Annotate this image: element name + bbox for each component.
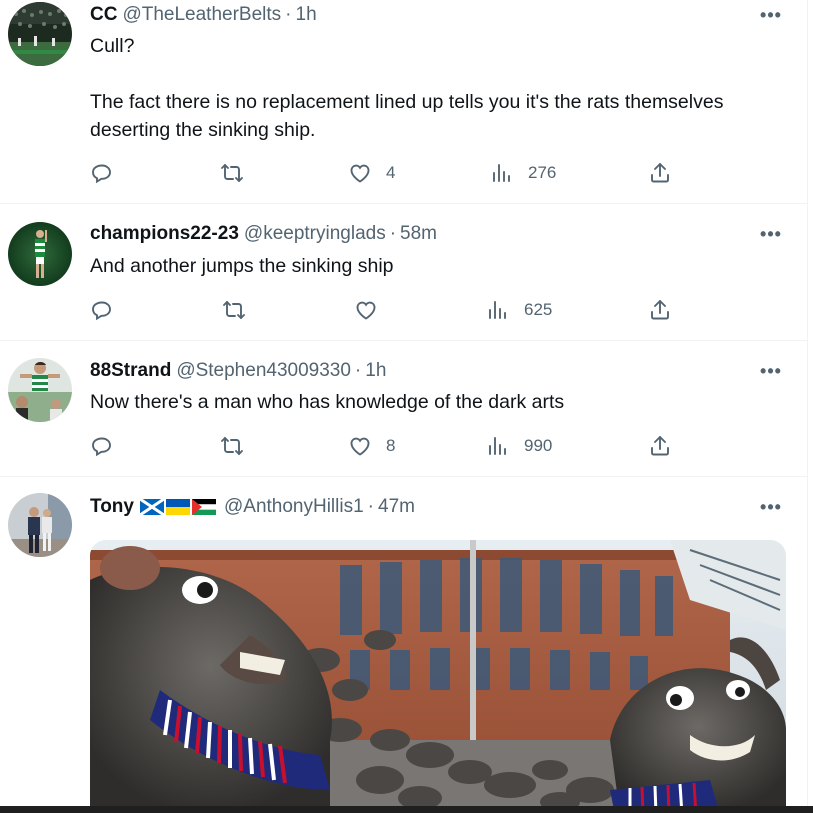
- view-count: 990: [524, 436, 553, 455]
- views-button[interactable]: 276: [490, 158, 556, 188]
- view-count: 625: [524, 300, 553, 319]
- like-button[interactable]: 8: [348, 431, 395, 461]
- timestamp[interactable]: 1h: [296, 4, 317, 26]
- user-handle[interactable]: @AnthonyHillis1: [224, 496, 364, 518]
- retweet-button[interactable]: [220, 431, 244, 461]
- like-button[interactable]: [354, 295, 392, 325]
- tweet-media-image[interactable]: [90, 540, 786, 813]
- timestamp[interactable]: 47m: [378, 496, 415, 518]
- display-name[interactable]: champions22-23: [90, 223, 239, 245]
- tweet-header: 88Strand @Stephen43009330 · 1h: [90, 358, 760, 384]
- heart-icon: [350, 164, 370, 183]
- tweet-actions: 8 990: [90, 431, 690, 461]
- avatar[interactable]: [8, 358, 72, 422]
- analytics-icon: [489, 301, 506, 319]
- retweet-icon: [223, 301, 245, 319]
- reply-button[interactable]: [90, 295, 114, 325]
- reply-icon: [92, 437, 111, 457]
- display-name[interactable]: 88Strand: [90, 360, 171, 382]
- reply-icon: [92, 301, 111, 321]
- retweet-icon: [221, 437, 243, 455]
- like-count: 4: [386, 163, 396, 182]
- tweet-text: Now there's a man who has knowledge of t…: [90, 391, 565, 413]
- palestine-flag-icon: [191, 499, 216, 515]
- like-count: 8: [386, 436, 396, 455]
- user-handle[interactable]: @TheLeatherBelts: [122, 4, 281, 26]
- like-button[interactable]: 4: [348, 158, 395, 188]
- heart-icon: [356, 301, 376, 320]
- avatar[interactable]: [8, 222, 72, 286]
- share-button[interactable]: [648, 158, 672, 188]
- timeline: CC @TheLeatherBelts · 1h ••• Cull? The f…: [0, 0, 808, 813]
- separator-dot: ·: [285, 4, 292, 25]
- retweet-icon: [221, 164, 243, 182]
- more-options-button[interactable]: •••: [758, 221, 784, 247]
- tweet-actions: 625: [90, 295, 690, 325]
- tweet-header: Tony @AnthonyHillis1 · 47m: [90, 494, 760, 520]
- tweet-header: champions22-23 @keeptryinglads · 58m: [90, 221, 760, 247]
- avatar[interactable]: [8, 2, 72, 66]
- timestamp[interactable]: 1h: [365, 360, 386, 382]
- views-button[interactable]: 990: [486, 431, 552, 461]
- user-handle[interactable]: @Stephen43009330: [176, 360, 351, 382]
- share-button[interactable]: [648, 295, 672, 325]
- tweet[interactable]: 88Strand @Stephen43009330 · 1h ••• Now t…: [0, 341, 808, 477]
- rats-stadium-image: [90, 540, 786, 813]
- share-icon: [651, 163, 669, 183]
- more-options-button[interactable]: •••: [758, 494, 784, 520]
- tweet[interactable]: champions22-23 @keeptryinglads · 58m •••…: [0, 204, 808, 341]
- share-button[interactable]: [648, 431, 672, 461]
- tweet-actions: 4 276: [90, 158, 690, 188]
- profile-flags: [139, 499, 216, 515]
- more-options-button[interactable]: •••: [758, 2, 784, 28]
- reply-button[interactable]: [90, 158, 114, 188]
- user-handle[interactable]: @keeptryinglads: [244, 223, 386, 245]
- share-icon: [651, 436, 669, 456]
- separator-dot: ·: [367, 496, 374, 517]
- retweet-button[interactable]: [220, 158, 244, 188]
- separator-dot: ·: [389, 223, 397, 244]
- more-options-button[interactable]: •••: [758, 358, 784, 384]
- timestamp[interactable]: 58m: [400, 223, 437, 245]
- tweet[interactable]: CC @TheLeatherBelts · 1h ••• Cull? The f…: [0, 0, 808, 204]
- retweet-button[interactable]: [222, 295, 246, 325]
- view-count: 276: [528, 163, 557, 182]
- share-icon: [651, 300, 669, 320]
- ukraine-flag-icon: [165, 499, 190, 515]
- analytics-icon: [493, 164, 510, 182]
- display-name[interactable]: Tony: [90, 496, 134, 518]
- separator-dot: ·: [354, 360, 362, 381]
- avatar[interactable]: [8, 493, 72, 557]
- reply-icon: [92, 164, 111, 184]
- scotland-flag-icon: [139, 499, 164, 515]
- tweet-header: CC @TheLeatherBelts · 1h: [90, 2, 760, 28]
- views-button[interactable]: 625: [486, 295, 552, 325]
- analytics-icon: [489, 437, 506, 455]
- tweet-text: Cull? The fact there is no replacement l…: [90, 35, 724, 141]
- tweet-text: And another jumps the sinking ship: [90, 255, 394, 277]
- heart-icon: [350, 437, 370, 456]
- reply-button[interactable]: [90, 431, 114, 461]
- display-name[interactable]: CC: [90, 4, 117, 26]
- window-bottom-edge: [0, 806, 813, 813]
